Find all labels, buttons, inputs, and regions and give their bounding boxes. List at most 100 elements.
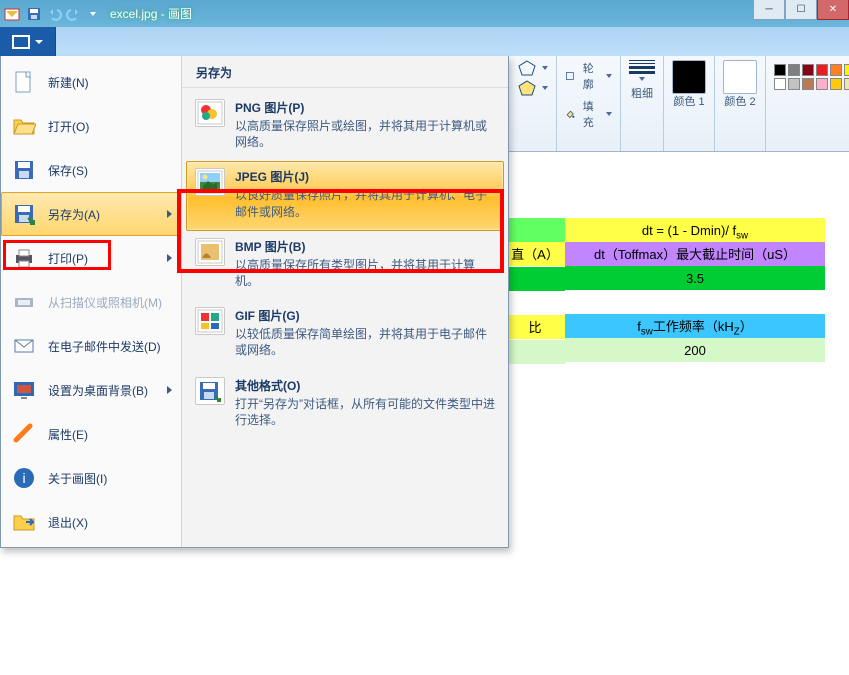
file-menu-tab[interactable] (0, 27, 56, 56)
file-menu-label: 打开(O) (48, 118, 89, 135)
window-maximize-button[interactable]: ☐ (785, 0, 817, 20)
ribbon-group-palette (766, 56, 849, 151)
submenu-item-title: JPEG 图片(J) (235, 168, 495, 185)
qat-save-icon[interactable] (26, 6, 42, 22)
chevron-down-icon (639, 77, 645, 81)
chevron-down-icon[interactable] (542, 86, 548, 90)
palette-swatch[interactable] (830, 64, 842, 76)
file-menu-save[interactable]: 保存(S) (1, 148, 181, 192)
chevron-down-icon (606, 74, 612, 78)
window-title: excel.jpg - 画图 (110, 5, 192, 22)
open-folder-icon (10, 112, 38, 140)
color1-label: 颜色 1 (673, 96, 704, 108)
palette-swatch[interactable] (802, 78, 814, 90)
chevron-down-icon[interactable] (542, 66, 548, 70)
palette-swatch[interactable] (788, 64, 800, 76)
svg-text:i: i (22, 470, 25, 486)
window-close-button[interactable]: ✕ (817, 0, 849, 20)
palette-swatch[interactable] (774, 64, 786, 76)
ribbon-group-stroke[interactable]: 粗细 (621, 56, 664, 151)
file-menu-save-as[interactable]: 另存为(A) (1, 192, 181, 236)
bmp-icon (195, 238, 225, 266)
color-palette[interactable] (774, 60, 849, 90)
ribbon-group-shapes (510, 56, 557, 151)
sheet-cell: fsw工作频率（kHZ） (565, 314, 825, 338)
gif-icon (195, 307, 225, 335)
window-titlebar: excel.jpg - 画图 ─ ☐ ✕ (0, 0, 849, 27)
sheet-cell: dt = (1 - Dmin)/ fsw (565, 218, 825, 242)
save-as-png[interactable]: PNG 图片(P) 以高质量保存照片或绘图，并将其用于计算机或网络。 (186, 92, 504, 161)
file-menu-properties[interactable]: 属性(E) (1, 412, 181, 456)
file-menu-print[interactable]: 打印(P) (1, 236, 181, 280)
exit-icon (10, 508, 38, 536)
sheet-cell: 直（A） (505, 242, 565, 266)
ribbon-group-color2[interactable]: 颜色 2 (715, 56, 766, 151)
sheet-cell (505, 267, 565, 291)
submenu-item-title: BMP 图片(B) (235, 238, 495, 255)
pentagon-outline-icon[interactable] (518, 60, 536, 76)
save-as-jpeg[interactable]: JPEG 图片(J) 以良好质量保存照片，并将其用于计算机、电子邮件或网络。 (186, 161, 504, 230)
sheet-cell (565, 290, 825, 314)
palette-swatch[interactable] (788, 78, 800, 90)
file-menu-icon (12, 35, 30, 49)
file-menu-set-wallpaper[interactable]: 设置为桌面背景(B) (1, 368, 181, 412)
submenu-item-title: 其他格式(O) (235, 377, 495, 394)
ribbon-tabstrip (0, 27, 849, 56)
file-menu-open[interactable]: 打开(O) (1, 104, 181, 148)
pentagon-fill-icon[interactable] (518, 80, 536, 96)
file-menu-label: 保存(S) (48, 162, 88, 179)
file-menu-about[interactable]: i 关于画图(I) (1, 456, 181, 500)
color2-swatch (723, 60, 757, 94)
ribbon-group-color1[interactable]: 颜色 1 (664, 56, 715, 151)
sheet-cell: 比 (505, 315, 565, 339)
scanner-icon (10, 288, 38, 316)
png-icon (195, 99, 225, 127)
save-as-icon (10, 200, 38, 228)
sheet-cell (505, 218, 565, 242)
file-menu-label: 从扫描仪或照相机(M) (48, 294, 162, 311)
color1-swatch (672, 60, 706, 94)
palette-swatch[interactable] (844, 78, 849, 90)
palette-swatch[interactable] (774, 78, 786, 90)
save-as-gif[interactable]: GIF 图片(G) 以较低质量保存简单绘图，并将其用于电子邮件或网络。 (186, 300, 504, 369)
file-menu-new[interactable]: 新建(N) (1, 60, 181, 104)
new-doc-icon (10, 68, 38, 96)
save-icon (10, 156, 38, 184)
properties-icon (10, 420, 38, 448)
color2-label: 颜色 2 (724, 96, 755, 108)
palette-swatch[interactable] (830, 78, 842, 90)
qat-redo-icon[interactable] (66, 6, 82, 22)
palette-swatch[interactable] (844, 64, 849, 76)
file-menu-submenu: 另存为 PNG 图片(P) 以高质量保存照片或绘图，并将其用于计算机或网络。 J… (181, 56, 508, 547)
outline-icon (565, 69, 575, 83)
save-as-bmp[interactable]: BMP 图片(B) 以高质量保存所有类型图片，并将其用于计算机。 (186, 231, 504, 300)
palette-swatch[interactable] (816, 64, 828, 76)
file-menu-label: 新建(N) (48, 74, 89, 91)
email-icon (10, 332, 38, 360)
ribbon-group-outline-fill: 轮廓 填充 (557, 56, 621, 151)
submenu-title: 另存为 (182, 56, 508, 88)
file-menu-label: 退出(X) (48, 514, 88, 531)
palette-swatch[interactable] (816, 78, 828, 90)
fill-dropdown[interactable]: 填充 (565, 98, 612, 130)
sheet-cell: dt（Toffmax）最大截止时间（uS） (565, 242, 825, 266)
submenu-arrow-icon (167, 210, 172, 218)
file-menu-list: 新建(N) 打开(O) 保存(S) 另存为(A) 打印(P) (1, 56, 181, 547)
sheet-cell: 200 (565, 338, 825, 362)
file-menu-from-scanner[interactable]: 从扫描仪或照相机(M) (1, 280, 181, 324)
outline-dropdown[interactable]: 轮廓 (565, 60, 612, 92)
palette-swatch[interactable] (802, 64, 814, 76)
file-menu-exit[interactable]: 退出(X) (1, 500, 181, 544)
chevron-down-icon (606, 112, 612, 116)
window-minimize-button[interactable]: ─ (753, 0, 785, 20)
qat-customize-caret[interactable] (90, 12, 96, 16)
sheet-cell (505, 340, 565, 364)
submenu-arrow-icon (167, 386, 172, 394)
sheet-cell: 3.5 (565, 266, 825, 290)
qat-undo-icon[interactable] (46, 6, 62, 22)
file-menu-label: 另存为(A) (48, 206, 100, 223)
save-as-other[interactable]: 其他格式(O) 打开“另存为”对话框，从所有可能的文件类型中进行选择。 (186, 370, 504, 439)
file-menu-label: 打印(P) (48, 250, 88, 267)
file-menu-send-email[interactable]: 在电子邮件中发送(D) (1, 324, 181, 368)
sheet-cell (505, 291, 565, 315)
